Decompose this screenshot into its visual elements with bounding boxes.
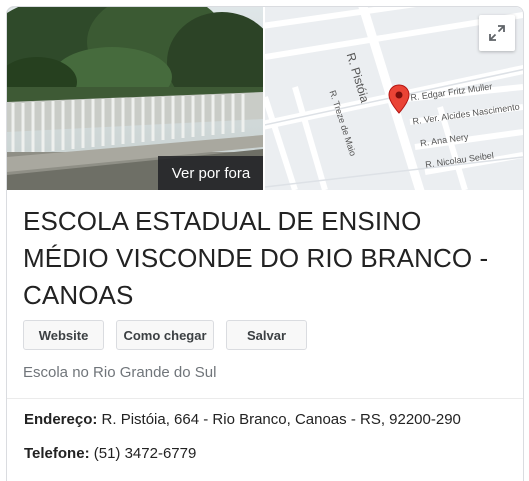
action-buttons: Website Como chegar Salvar — [23, 320, 307, 350]
website-button[interactable]: Website — [23, 320, 104, 350]
expand-arrows-icon[interactable] — [479, 15, 515, 51]
knowledge-panel: Ver por fora R. Pistóia R. Edgar Fritz M… — [6, 6, 524, 481]
phone-value[interactable]: (51) 3472-6779 — [94, 445, 197, 462]
address-value[interactable]: R. Pistóia, 664 - Rio Branco, Canoas - R… — [102, 411, 461, 428]
address-label: Endereço: — [24, 411, 98, 428]
media-strip: Ver por fora R. Pistóia R. Edgar Fritz M… — [7, 7, 523, 190]
place-category: Escola no Rio Grande do Sul — [23, 364, 217, 381]
street-view-photo[interactable]: Ver por fora — [7, 7, 263, 190]
phone-label: Telefone: — [24, 445, 90, 462]
save-button[interactable]: Salvar — [226, 320, 307, 350]
directions-button[interactable]: Como chegar — [116, 320, 214, 350]
map-pin-icon — [388, 84, 410, 114]
phone-row: Telefone: (51) 3472-6779 — [24, 445, 196, 462]
view-outside-button[interactable]: Ver por fora — [158, 156, 263, 190]
divider — [7, 398, 523, 399]
address-row: Endereço: R. Pistóia, 664 - Rio Branco, … — [24, 411, 461, 428]
place-title: ESCOLA ESTADUAL DE ENSINO MÉDIO VISCONDE… — [23, 206, 489, 310]
